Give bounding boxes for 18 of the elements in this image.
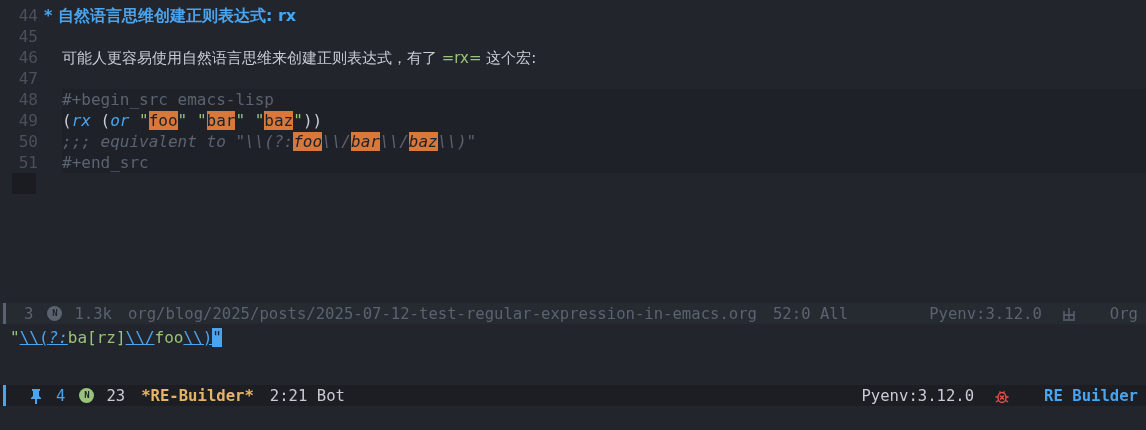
major-mode: RE Builder — [1044, 386, 1138, 405]
buffer-size: 23 — [106, 386, 126, 405]
python-env: Pyenv:3.12.0 — [861, 386, 975, 405]
cursor-position: 52:0 All — [772, 304, 849, 323]
buffer-size: 1.3k — [74, 304, 112, 323]
major-mode: Org — [1109, 304, 1138, 323]
buffer-name: org/blog/2025/posts/2025-07-12-test-regular-expression-in-emacs.org — [127, 304, 757, 323]
buffer-name: *RE-Builder* — [141, 386, 254, 405]
heading-line: * 自然语言思维创建正则表达式: rx — [43, 5, 298, 26]
window-number: 4 — [56, 386, 66, 405]
cursor-position: 2:21 Bot — [269, 386, 345, 405]
text-line: 可能人更容易使用自然语言思维来创建正则表达式，有了 =rx= 这个宏: — [61, 48, 538, 68]
state-badge: N — [47, 306, 63, 321]
state-badge: N — [79, 388, 95, 403]
regex-input[interactable]: "\\(?:ba[rz]\\/foo\\)" — [0, 327, 1146, 348]
python-env: Pyenv:3.12.0 — [929, 304, 1042, 323]
pin-icon — [30, 387, 42, 404]
window-number: 3 — [24, 304, 34, 323]
